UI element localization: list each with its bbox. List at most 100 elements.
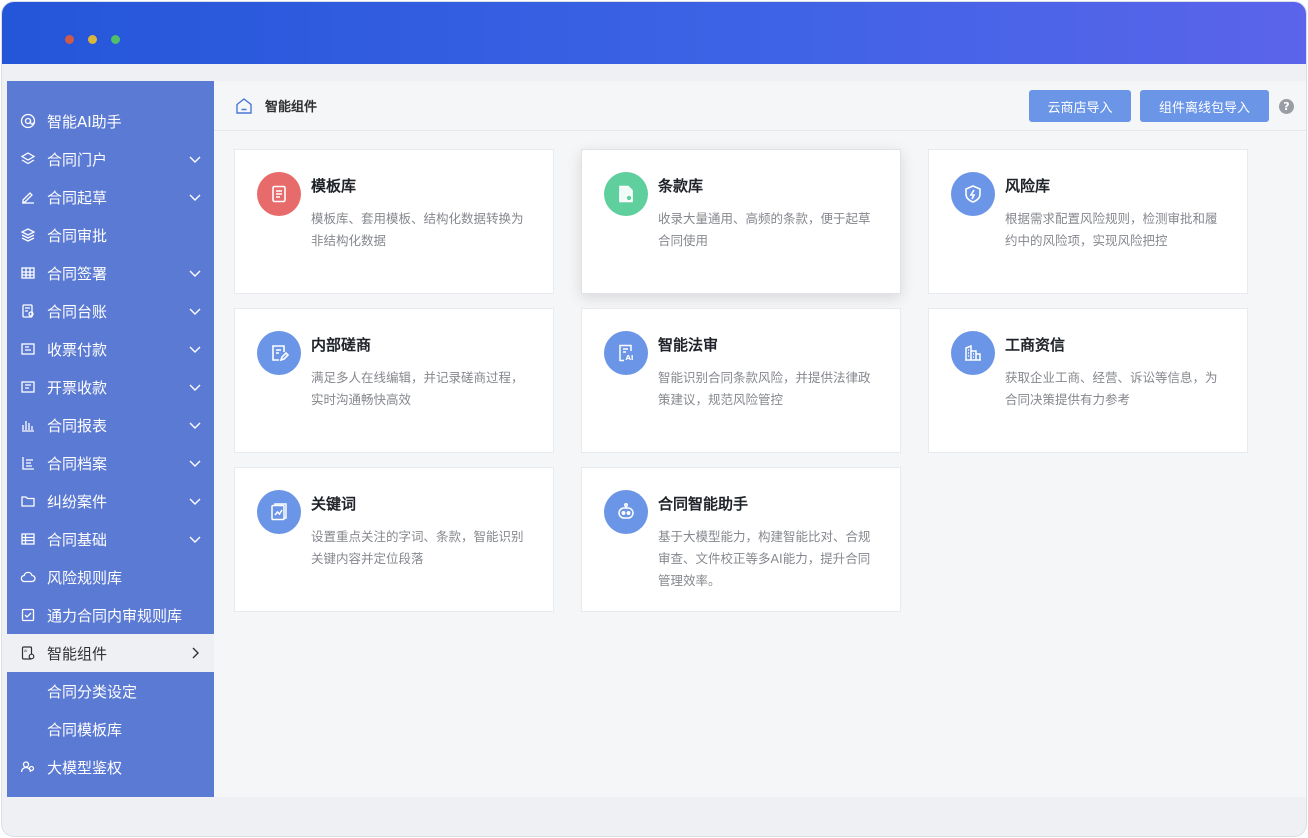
sidebar-item-risk-rules[interactable]: 风险规则库 [7,558,214,596]
help-icon[interactable]: ? [1279,99,1294,114]
at-icon [20,113,36,129]
sidebar-item-label: 通力合同内审规则库 [47,607,183,625]
card-description: 收录大量通用、高频的条款，便于起草合同使用 [658,211,871,248]
table-icon [21,533,35,545]
card-description: 设置重点关注的字词、条款，智能识别关键内容并定位段落 [311,529,524,566]
stack-icon [20,228,36,242]
sidebar-item-label: 智能组件 [47,645,108,663]
sidebar-item-label: 风险规则库 [47,569,123,587]
sidebar-item-ledger[interactable]: 合同台账 [7,292,214,330]
shield-icon [951,172,995,216]
card-internal-consultation[interactable]: 内部磋商 满足多人在线编辑，并记录磋商过程，实时沟通畅快高效 [234,308,554,453]
sidebar-item-label: 合同台账 [47,303,108,321]
main-content: 智能组件 云商店导入 组件离线包导入 ? 模板库 模板库、套用模板、结构化数据转… [214,81,1306,797]
sidebar-item-contract-templates[interactable]: 合同模板库 [7,710,214,748]
sidebar-item-label: 智能AI助手 [47,113,122,131]
sidebar-item-disputes[interactable]: 纠纷案件 [7,482,214,520]
ai-doc-icon: AI [21,646,35,660]
sidebar-item-label: 合同审批 [47,227,108,245]
card-title: 智能法审 [658,336,719,354]
card-description: 智能识别合同条款风险，并提供法律政策建议，规范风险管控 [658,370,871,407]
cloud-icon [20,571,36,583]
sidebar-item-label: 合同模板库 [47,721,123,739]
home-icon[interactable] [234,96,254,116]
sidebar-item-billing-receipt[interactable]: 开票收款 [7,368,214,406]
sidebar-item-drafting[interactable]: 合同起草 [7,178,214,216]
sidebar-item-internal-audit-rules[interactable]: 通力合同内审规则库 [7,596,214,634]
sidebar-item-label: 合同档案 [47,455,108,473]
sidebar-item-label: 合同报表 [47,417,108,435]
clause-file-icon [604,172,648,216]
keyword-icon [257,490,301,534]
card-title: 合同智能助手 [658,495,749,513]
sidebar-item-label: 合同签署 [47,265,108,283]
sidebar-item-label: 合同门户 [47,151,108,169]
chevron-down-icon [189,270,201,277]
invoice-icon [21,343,35,355]
folder-icon [21,496,35,507]
card-title: 关键词 [311,495,357,513]
sidebar-item-label: 合同基础 [47,531,108,549]
card-business-credit[interactable]: 工商资信 获取企业工商、经营、诉讼等信息，为合同决策提供有力参考 [928,308,1248,453]
users-icon [20,761,35,773]
minimize-window-dot[interactable] [88,35,97,44]
ledger-icon [22,304,34,318]
sidebar-item-approval[interactable]: 合同审批 [7,216,214,254]
chevron-down-icon [189,194,201,201]
card-title: 模板库 [311,177,357,195]
chevron-down-icon [189,422,201,429]
card-title: 风险库 [1005,177,1051,195]
chevron-down-icon [189,346,201,353]
card-clause-library[interactable]: 条款库 收录大量通用、高频的条款，便于起草合同使用 [581,149,901,294]
page-header: 智能组件 云商店导入 组件离线包导入 ? [214,81,1306,131]
card-title: 工商资信 [1005,336,1066,354]
chevron-right-icon [192,647,199,659]
sidebar-item-llm-auth[interactable]: 大模型鉴权 [7,748,214,786]
app-window: 智能AI助手 合同门户 合同起草 合同审批 合同签署 合同台账 收票付款 开票收… [2,2,1306,836]
checkbox-icon [21,608,35,622]
edit-doc-icon [257,331,301,375]
card-contract-smart-assistant[interactable]: 合同智能助手 基于大模型能力，构建智能比对、合规审查、文件校正等多AI能力，提升… [581,467,901,612]
card-description: 获取企业工商、经营、诉讼等信息，为合同决策提供有力参考 [1005,370,1218,407]
pen-icon [22,192,34,204]
chevron-down-icon [189,536,201,543]
sidebar-item-smart-components[interactable]: AI 智能组件 [7,634,214,672]
sidebar-item-archives[interactable]: 合同档案 [7,444,214,482]
sidebar-item-ai-assistant[interactable]: 智能AI助手 [7,102,214,140]
robot-icon [604,490,648,534]
offline-package-import-button[interactable]: 组件离线包导入 [1140,90,1269,122]
card-description: 基于大模型能力，构建智能比对、合规审查、文件校正等多AI能力，提升合同管理效率。 [658,529,871,588]
ai-review-icon: AI [604,331,648,375]
document-icon [257,172,301,216]
sidebar-item-invoice-payment[interactable]: 收票付款 [7,330,214,368]
page-title: 智能组件 [265,100,318,115]
card-description: 模板库、套用模板、结构化数据转换为非结构化数据 [311,211,524,248]
card-smart-legal-review[interactable]: AI 智能法审 智能识别合同条款风险，并提供法律政策建议，规范风险管控 [581,308,901,453]
sidebar-item-label: 开票收款 [47,379,108,397]
chevron-down-icon [189,308,201,315]
close-window-dot[interactable] [65,35,74,44]
sidebar-item-basics[interactable]: 合同基础 [7,520,214,558]
card-keywords[interactable]: 关键词 设置重点关注的字词、条款，智能识别关键内容并定位段落 [234,467,554,612]
sidebar-item-label: 合同分类设定 [47,683,138,701]
maximize-window-dot[interactable] [111,35,120,44]
sidebar: 智能AI助手 合同门户 合同起草 合同审批 合同签署 合同台账 收票付款 开票收… [7,81,214,797]
grid-icon [21,267,35,279]
building-icon [951,331,995,375]
card-description: 根据需求配置风险规则，检测审批和履约中的风险项，实现风险把控 [1005,211,1218,248]
card-template-library[interactable]: 模板库 模板库、套用模板、结构化数据转换为非结构化数据 [234,149,554,294]
sidebar-item-portal[interactable]: 合同门户 [7,140,214,178]
sidebar-item-signing[interactable]: 合同签署 [7,254,214,292]
layers-icon [20,152,36,165]
cloud-store-import-button[interactable]: 云商店导入 [1029,90,1131,122]
card-risk-library[interactable]: 风险库 根据需求配置风险规则，检测审批和履约中的风险项，实现风险把控 [928,149,1248,294]
sidebar-item-label: 收票付款 [47,341,108,359]
bar-chart-icon [22,421,34,432]
card-title: 条款库 [658,177,704,195]
receipt-icon [21,381,35,393]
chevron-down-icon [189,384,201,391]
sidebar-item-label: 纠纷案件 [47,493,108,511]
svg-text:AI: AI [626,354,634,362]
sidebar-item-reports[interactable]: 合同报表 [7,406,214,444]
sidebar-item-contract-category[interactable]: 合同分类设定 [7,672,214,710]
